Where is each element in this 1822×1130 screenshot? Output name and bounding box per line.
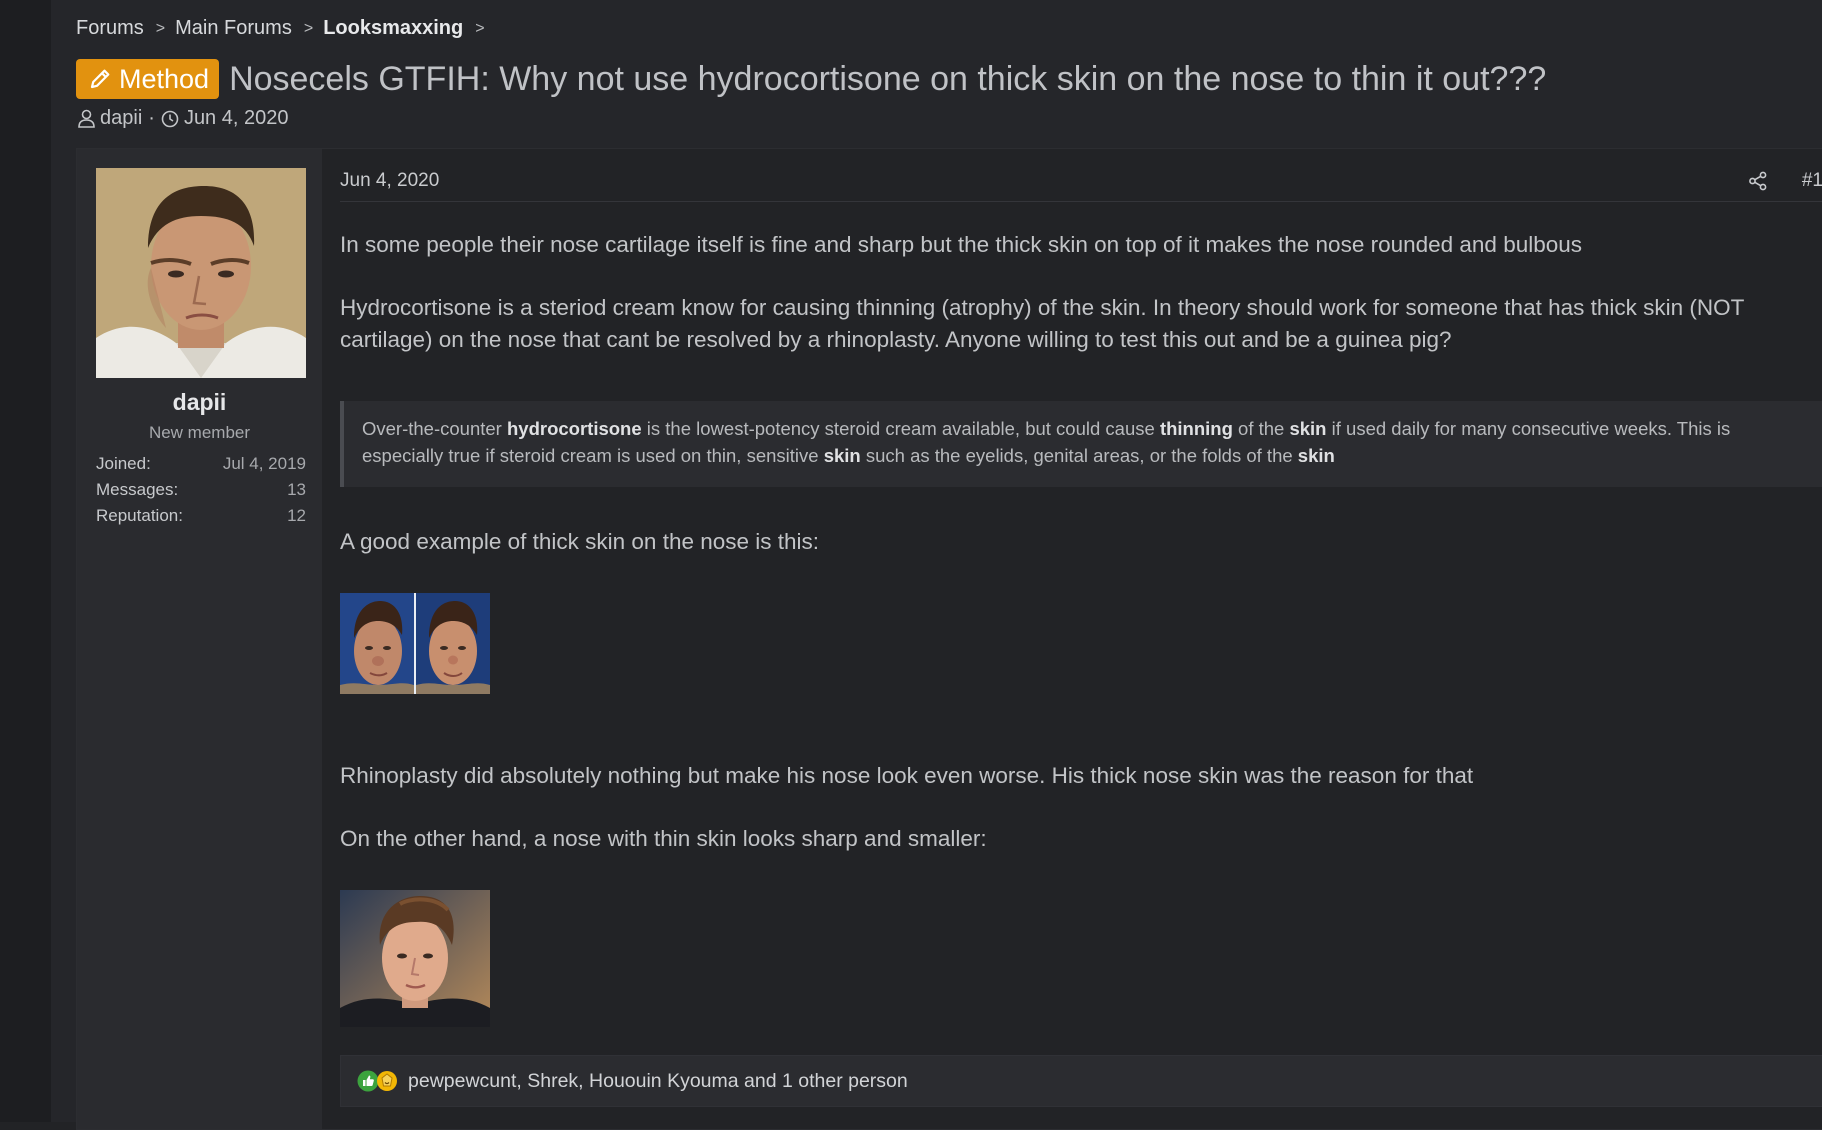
quote-text: is the lowest-potency steroid cream avai… (641, 418, 1160, 439)
thread-date[interactable]: Jun 4, 2020 (184, 107, 289, 130)
breadcrumb-looksmaxxing[interactable]: Looksmaxxing (323, 17, 463, 40)
attached-image-thin-skin[interactable] (340, 890, 490, 1027)
post-header: Jun 4, 2020 #1 (340, 161, 1822, 202)
stat-value: 12 (287, 506, 306, 525)
thread-title-row: Method Nosecels GTFIH: Why not use hydro… (76, 58, 1546, 100)
post-date[interactable]: Jun 4, 2020 (340, 170, 439, 192)
stat-label: Reputation: (96, 506, 183, 525)
quote-text: such as the eyelids, genital areas, or t… (860, 445, 1298, 466)
stat-joined: Joined: Jul 4, 2019 (96, 451, 306, 477)
post-content: Jun 4, 2020 #1 In some people their nose… (340, 149, 1822, 1129)
prefix-badge[interactable]: Method (76, 59, 220, 99)
breadcrumb-main-forums[interactable]: Main Forums (175, 17, 292, 40)
meta-separator: · (148, 107, 155, 129)
clock-icon (161, 110, 179, 127)
user-title: New member (148, 423, 251, 442)
post-paragraph: In some people their nose cartilage itse… (340, 232, 1583, 257)
post-paragraph: Hydrocortisone is a steriod cream know f… (340, 295, 1744, 352)
avatar[interactable] (96, 168, 306, 378)
quote-block: Over-the-counter hydrocortisone is the l… (340, 401, 1822, 487)
stat-reputation: Reputation: 12 (96, 503, 306, 529)
quote-bold: skin (1289, 418, 1327, 439)
quote-bold: skin (1297, 445, 1335, 466)
post: dapii New member Joined: Jul 4, 2019 Mes… (76, 148, 1822, 1130)
stat-label: Joined: (96, 454, 151, 473)
post-number[interactable]: #1 (1802, 170, 1822, 192)
thread-title: Nosecels GTFIH: Why not use hydrocortiso… (229, 59, 1547, 98)
quote-bold: skin (823, 445, 861, 466)
left-edge-strip (0, 0, 51, 1122)
chevron-right-icon: > (155, 19, 166, 37)
username[interactable]: dapii (77, 389, 322, 416)
stat-messages: Messages: 13 (96, 477, 306, 503)
attached-image-before-after[interactable] (340, 593, 490, 694)
pencil-icon (90, 69, 110, 89)
user-stats: Joined: Jul 4, 2019 Messages: 13 Reputat… (96, 451, 306, 529)
quote-bold: thinning (1159, 418, 1233, 439)
post-paragraph: A good example of thick skin on the nose… (340, 529, 820, 554)
reactions-list[interactable]: pewpewcunt, Shrek, Hououin Kyouma and 1 … (408, 1070, 908, 1093)
quote-bold: hydrocortisone (506, 418, 642, 439)
stat-label: Messages: (96, 480, 179, 499)
reactions-bar: pewpewcunt, Shrek, Hououin Kyouma and 1 … (340, 1055, 1822, 1107)
share-icon[interactable] (1748, 171, 1768, 196)
reaction-icons (357, 1070, 398, 1092)
post-user-panel: dapii New member Joined: Jul 4, 2019 Mes… (77, 149, 322, 1129)
stat-value: Jul 4, 2019 (222, 454, 306, 473)
user-icon (78, 109, 95, 128)
thread-author[interactable]: dapii (100, 107, 142, 130)
post-paragraph: Rhinoplasty did absolutely nothing but m… (340, 763, 1474, 788)
stat-value[interactable]: 13 (287, 480, 306, 500)
thread-meta: dapii · Jun 4, 2020 (78, 107, 288, 130)
reputation-icon (377, 1071, 397, 1091)
prefix-label: Method (119, 63, 210, 94)
chevron-right-icon: > (475, 19, 485, 37)
main-content: Forums > Main Forums > Looksmaxxing > Me… (51, 0, 1822, 1130)
breadcrumb-forums[interactable]: Forums (76, 17, 144, 40)
post-paragraph: On the other hand, a nose with thin skin… (340, 826, 987, 851)
quote-text: Over-the-counter (362, 418, 507, 439)
quote-text: of the (1232, 418, 1290, 439)
chevron-right-icon: > (303, 19, 314, 37)
breadcrumb: Forums > Main Forums > Looksmaxxing > (76, 17, 495, 40)
